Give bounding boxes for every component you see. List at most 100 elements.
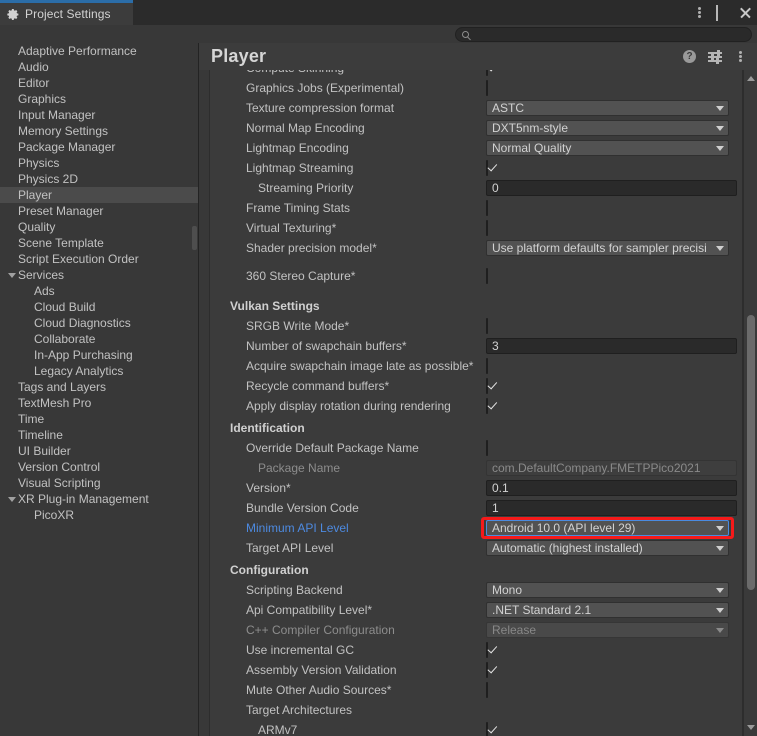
- settings-sidebar[interactable]: Adaptive Performance Audio Editor Graphics I…: [0, 43, 199, 736]
- sidebar-item-ui-builder[interactable]: UI Builder: [0, 443, 198, 459]
- checkbox-use-incremental-gc[interactable]: [486, 642, 488, 658]
- checkbox-acquire-swapchain-image-late-as-possible[interactable]: [486, 358, 488, 374]
- sidebar-item-label: PicoXR: [34, 508, 75, 522]
- dropdown-c-compiler-configuration[interactable]: Release: [486, 622, 729, 638]
- sidebar-item-legacy-analytics[interactable]: Legacy Analytics: [0, 363, 198, 379]
- sidebar-item-in-app-purchasing[interactable]: In-App Purchasing: [0, 347, 198, 363]
- setting-control: [486, 398, 488, 414]
- checkbox-assembly-version-validation[interactable]: [486, 662, 488, 678]
- sidebar-item-graphics[interactable]: Graphics: [0, 91, 198, 107]
- sidebar-item-collaborate[interactable]: Collaborate: [0, 331, 198, 347]
- sidebar-item-services[interactable]: Services: [0, 267, 198, 283]
- checkbox-lightmap-streaming[interactable]: [486, 160, 488, 176]
- checkbox-recycle-command-buffers[interactable]: [486, 378, 488, 394]
- sidebar-item-cloud-build[interactable]: Cloud Build: [0, 299, 198, 315]
- panel-menu-icon[interactable]: [734, 50, 747, 63]
- scroll-down-arrow-icon[interactable]: [747, 725, 755, 730]
- sidebar-item-memory-settings[interactable]: Memory Settings: [0, 123, 198, 139]
- gear-icon: [7, 8, 20, 21]
- input-value: 0.1: [492, 481, 509, 495]
- input-package-name[interactable]: com.DefaultCompany.FMETPPico2021: [486, 460, 737, 476]
- search-box[interactable]: [455, 27, 752, 42]
- setting-label: Override Default Package Name: [246, 441, 419, 455]
- sidebar-item-editor[interactable]: Editor: [0, 75, 198, 91]
- sidebar-item-time[interactable]: Time: [0, 411, 198, 427]
- sidebar-item-timeline[interactable]: Timeline: [0, 427, 198, 443]
- checkbox-override-default-package-name[interactable]: [486, 440, 488, 456]
- setting-control: [486, 160, 488, 176]
- dropdown-scripting-backend[interactable]: Mono: [486, 582, 729, 598]
- search-input[interactable]: [469, 28, 751, 41]
- checkbox-armv7[interactable]: [486, 722, 488, 736]
- scroll-up-arrow-icon[interactable]: [747, 76, 755, 81]
- sidebar-scrollbar-thumb[interactable]: [192, 226, 197, 250]
- sidebar-item-cloud-diagnostics[interactable]: Cloud Diagnostics: [0, 315, 198, 331]
- dropdown-value: Android 10.0 (API level 29): [492, 521, 636, 535]
- checkbox-srgb-write-mode[interactable]: [486, 318, 488, 334]
- setting-row-lightmap-encoding: Lightmap Encoding Normal Quality: [210, 138, 744, 158]
- sidebar-item-label: Visual Scripting: [18, 476, 101, 490]
- help-icon[interactable]: ?: [683, 50, 696, 63]
- close-icon[interactable]: [739, 6, 752, 19]
- maximize-icon[interactable]: [716, 5, 729, 21]
- setting-row-scripting-backend: Scripting Backend Mono: [210, 580, 744, 600]
- sidebar-item-quality[interactable]: Quality: [0, 219, 198, 235]
- setting-control: [486, 378, 488, 394]
- setting-label: Virtual Texturing*: [246, 221, 337, 235]
- tab-project-settings[interactable]: Project Settings: [0, 0, 133, 25]
- sidebar-item-visual-scripting[interactable]: Visual Scripting: [0, 475, 198, 491]
- dropdown-api-compatibility-level[interactable]: .NET Standard 2.1: [486, 602, 729, 618]
- checkbox-graphics-jobs-experimental[interactable]: [486, 80, 488, 96]
- sidebar-item-physics-2d[interactable]: Physics 2D: [0, 171, 198, 187]
- setting-row-version: Version* 0.1: [210, 478, 744, 498]
- checkbox-virtual-texturing[interactable]: [486, 220, 488, 236]
- setting-row-frame-timing-stats: Frame Timing Stats: [210, 198, 744, 218]
- scrollbar-thumb[interactable]: [747, 315, 755, 590]
- sidebar-item-picoxr[interactable]: PicoXR: [0, 507, 198, 523]
- input-version[interactable]: 0.1: [486, 480, 737, 496]
- sidebar-item-package-manager[interactable]: Package Manager: [0, 139, 198, 155]
- content-scrollbar[interactable]: [743, 70, 757, 736]
- checkbox-apply-display-rotation-during-rendering[interactable]: [486, 398, 488, 414]
- sidebar-item-label: Cloud Build: [34, 300, 96, 314]
- sidebar-item-tags-and-layers[interactable]: Tags and Layers: [0, 379, 198, 395]
- sidebar-item-preset-manager[interactable]: Preset Manager: [0, 203, 198, 219]
- sidebar-item-physics[interactable]: Physics: [0, 155, 198, 171]
- setting-label: Texture compression format: [246, 101, 395, 115]
- expander-triangle-icon[interactable]: [8, 496, 16, 502]
- sidebar-item-textmesh-pro[interactable]: TextMesh Pro: [0, 395, 198, 411]
- input-number-of-swapchain-buffers[interactable]: 3: [486, 338, 737, 354]
- checkbox-mute-other-audio-sources[interactable]: [486, 682, 488, 698]
- sidebar-item-xr-plug-in-management[interactable]: XR Plug-in Management: [0, 491, 198, 507]
- sidebar-item-audio[interactable]: Audio: [0, 59, 198, 75]
- checkbox-compute-skinning[interactable]: [486, 70, 488, 76]
- dropdown-shader-precision-model[interactable]: Use platform defaults for sampler precis…: [486, 240, 729, 256]
- setting-row-recycle-command-buffers: Recycle command buffers*: [210, 376, 744, 396]
- setting-control: [486, 318, 488, 334]
- sidebar-item-scene-template[interactable]: Scene Template: [0, 235, 198, 251]
- sidebar-item-input-manager[interactable]: Input Manager: [0, 107, 198, 123]
- sidebar-item-ads[interactable]: Ads: [0, 283, 198, 299]
- sidebar-item-label: Tags and Layers: [18, 380, 107, 394]
- expander-triangle-icon[interactable]: [8, 272, 16, 278]
- dropdown-texture-compression-format[interactable]: ASTC: [486, 100, 729, 116]
- setting-control: [486, 268, 488, 284]
- settings-frame: Compute Skinning Graphics Jobs (Experimen…: [209, 70, 743, 736]
- dropdown-normal-map-encoding[interactable]: DXT5nm-style: [486, 120, 729, 136]
- input-bundle-version-code[interactable]: 1: [486, 500, 737, 516]
- window-menu-icon[interactable]: [693, 6, 706, 19]
- setting-row-use-incremental-gc: Use incremental GC: [210, 640, 744, 660]
- sidebar-item-adaptive-performance[interactable]: Adaptive Performance: [0, 43, 198, 59]
- dropdown-value: Release: [492, 623, 537, 637]
- checkbox-360-stereo-capture[interactable]: [486, 268, 488, 284]
- input-streaming-priority[interactable]: 0: [486, 180, 737, 196]
- sidebar-item-script-execution-order[interactable]: Script Execution Order: [0, 251, 198, 267]
- dropdown-target-api-level[interactable]: Automatic (highest installed): [486, 540, 729, 556]
- sidebar-item-version-control[interactable]: Version Control: [0, 459, 198, 475]
- dropdown-minimum-api-level[interactable]: Android 10.0 (API level 29): [486, 520, 729, 536]
- dropdown-lightmap-encoding[interactable]: Normal Quality: [486, 140, 729, 156]
- preset-icon[interactable]: [708, 50, 722, 64]
- sidebar-item-player[interactable]: Player: [0, 187, 198, 203]
- checkbox-frame-timing-stats[interactable]: [486, 200, 488, 216]
- panel-header: Player ?: [199, 43, 757, 70]
